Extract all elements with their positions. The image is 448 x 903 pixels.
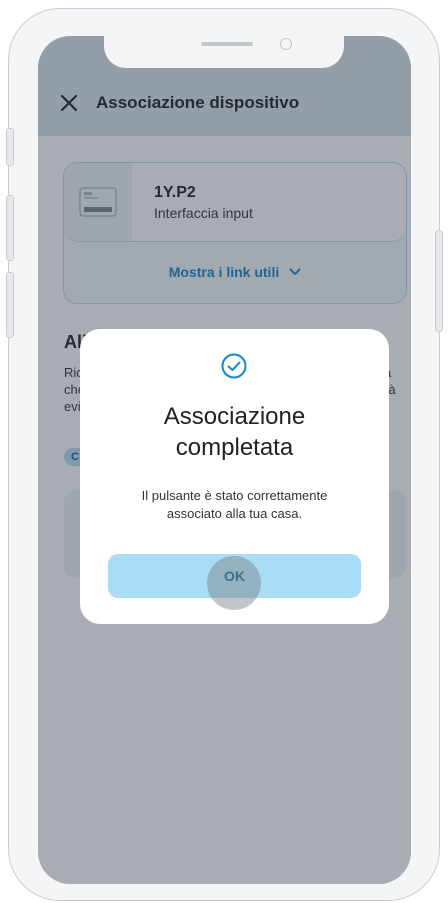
dialog-message: Il pulsante è stato correttamente associ…: [141, 488, 328, 521]
check-circle-icon: [221, 353, 247, 379]
phone-side-button: [6, 128, 14, 166]
phone-volume-down-button: [6, 272, 14, 338]
speaker-grille: [201, 42, 253, 46]
phone-notch: [104, 34, 344, 68]
phone-power-button: [435, 230, 443, 332]
front-camera: [280, 38, 292, 50]
dialog-title: Associazione completata: [163, 403, 306, 461]
phone-volume-up-button: [6, 195, 14, 261]
phone-screen: Associazione dispositivo 1Y.P2 Interfacc…: [38, 36, 411, 884]
touch-indicator: [207, 556, 261, 610]
